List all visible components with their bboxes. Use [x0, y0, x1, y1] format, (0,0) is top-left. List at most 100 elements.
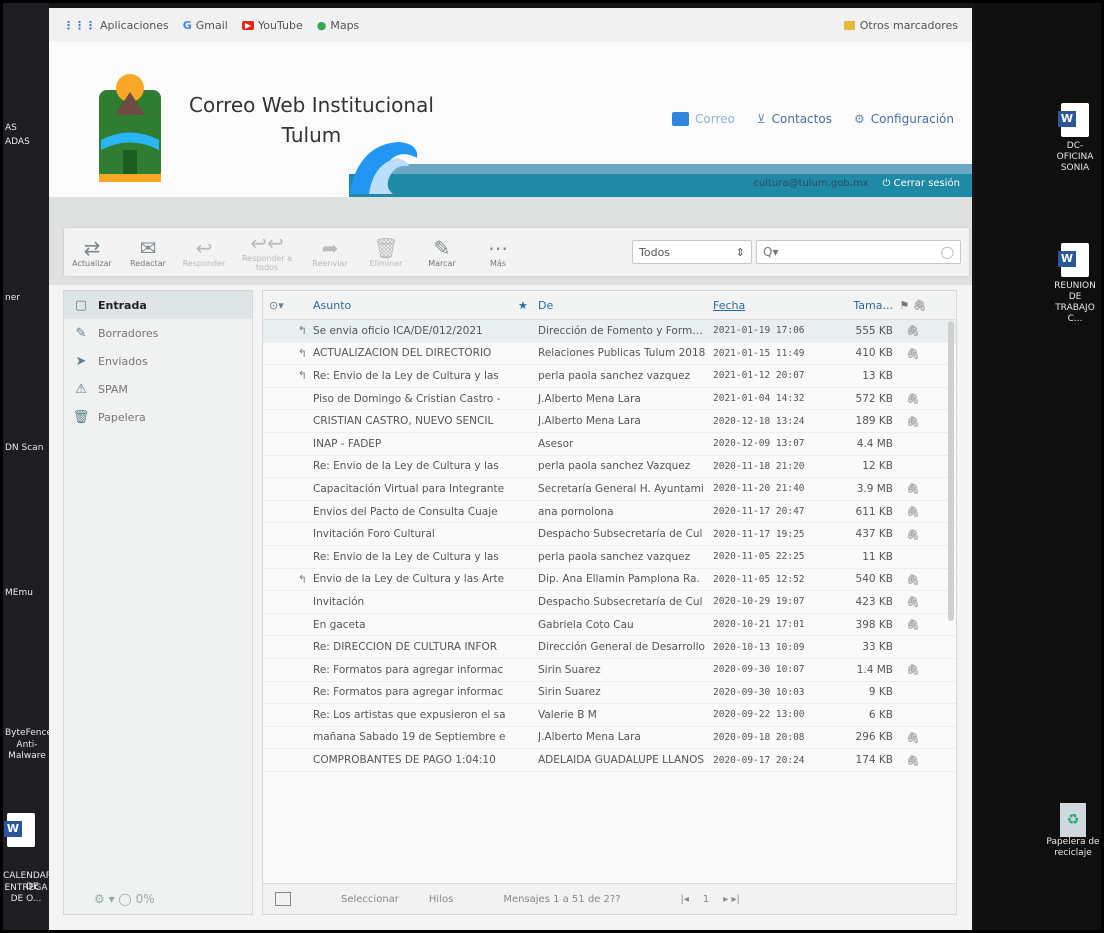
table-row[interactable]: ↰ ACTUALIZACION DEL DIRECTORIO Relaciones …: [263, 343, 956, 366]
folder-label: SPAM: [98, 382, 128, 396]
folder-sent[interactable]: ➤ Enviados: [64, 347, 252, 375]
attachment-icon: 🖇: [906, 573, 920, 586]
message-date: 2020-09-30 10:03: [713, 686, 805, 698]
star-icon[interactable]: ★: [518, 299, 538, 312]
folder-trash[interactable]: 🗑 Papelera: [64, 403, 252, 431]
nav-mail[interactable]: Correo: [672, 112, 735, 126]
table-row[interactable]: Capacitación Virtual para Integrante Secr…: [263, 478, 956, 501]
search-input[interactable]: Q▾ ◯: [756, 240, 961, 264]
bookmark-youtube[interactable]: ▶ YouTube: [241, 18, 303, 32]
flag-column-icon[interactable]: ⚑ 🖇: [893, 299, 933, 312]
message-from: Secretaría General H. Ayuntami: [538, 482, 704, 495]
scrollbar[interactable]: [948, 321, 954, 621]
compose-button[interactable]: ✉ Redactar: [120, 237, 176, 268]
desktop-item-dc-oficina[interactable]: W DC-OFICINA SONIA: [1050, 103, 1100, 174]
first-page-icon[interactable]: |◂: [681, 894, 689, 905]
folder-drafts[interactable]: ✎ Borradores: [64, 319, 252, 347]
folder-inbox[interactable]: ▢ Entrada: [64, 291, 252, 319]
reply-status-icon: ↰: [297, 369, 307, 383]
folder-spam[interactable]: ⚠ SPAM: [64, 375, 252, 403]
button-label: Redactar: [130, 258, 166, 268]
logout-link[interactable]: ⏻ Cerrar sesión: [883, 178, 961, 189]
nav-contacts[interactable]: ⊻ Contactos: [757, 112, 832, 126]
desktop-item-label: SONIA: [1060, 163, 1090, 173]
bookmark-apps[interactable]: ⋮⋮⋮ Aplicaciones: [63, 19, 169, 32]
message-list-header: ⊙▾ Asunto ★ De Fecha Tama... ⚑ 🖇: [263, 291, 956, 320]
folder-list: ▢ Entrada ✎ Borradores ➤ Enviados ⚠ SPAM 🗑 Pa…: [63, 290, 253, 915]
attachment-icon: 🖇: [906, 528, 920, 541]
thread-toggle-icon[interactable]: ⊙▾: [263, 299, 313, 312]
message-size: 11 KB: [862, 550, 893, 563]
attachment-icon: 🖇: [906, 325, 920, 338]
maps-pin-icon: ●: [316, 18, 327, 32]
forward-button[interactable]: ➦ Reenviar: [302, 237, 358, 268]
message-from: perla paola sanchez vazquez: [538, 550, 691, 563]
table-row[interactable]: Envios del Pacto de Consulta Cuaje ana po…: [263, 501, 956, 524]
calendar-icon[interactable]: W: [4, 813, 35, 851]
table-row[interactable]: ↰ Re: Envio de la Ley de Cultura y las per…: [263, 365, 956, 388]
attachment-icon: 🖇: [906, 731, 920, 744]
table-row[interactable]: Re: Formatos para agregar informac Sirin …: [263, 659, 956, 682]
user-email: cultura@tulum.gob.mx: [753, 178, 869, 189]
col-size[interactable]: Tama...: [838, 299, 893, 312]
table-row[interactable]: En gaceta Gabriela Coto Cau 2020-10-21 17:…: [263, 614, 956, 637]
checkbox-icon[interactable]: [275, 892, 291, 906]
more-button[interactable]: ⋯ Más: [470, 237, 526, 268]
folder-quota[interactable]: ⚙ ▾ ◯ 0%: [94, 892, 155, 906]
bookmark-maps[interactable]: ● Maps: [317, 19, 360, 32]
table-row[interactable]: ↰ Envio de la Ley de Cultura y las Arte Di…: [263, 569, 956, 592]
desktop-label-adas: ADAS: [5, 137, 30, 147]
other-bookmarks[interactable]: Otros marcadores: [843, 19, 958, 32]
table-row[interactable]: Invitación Despacho Subsecretaría de Cul 2…: [263, 591, 956, 614]
message-size: 3.9 MB: [856, 482, 893, 495]
table-row[interactable]: COMPROBANTES DE PAGO 1:04:10 ADELAIDA GUA…: [263, 749, 956, 772]
reply-button[interactable]: ↩ Responder: [176, 237, 232, 268]
table-row[interactable]: Re: DIRECCION DE CULTURA INFOR Dirección …: [263, 636, 956, 659]
mark-button[interactable]: ✎ Marcar: [414, 237, 470, 268]
table-row[interactable]: Re: Los artistas que expusieron el sa Val…: [263, 704, 956, 727]
mail-icon: [672, 112, 690, 126]
delete-button[interactable]: 🗑 Eliminar: [358, 237, 414, 268]
table-row[interactable]: Invitación Foro Cultural Despacho Subsecr…: [263, 523, 956, 546]
message-subject: ACTUALIZACION DEL DIRECTORIO: [313, 347, 492, 360]
desktop-item-reunion[interactable]: W REUNION DE TRABAJO C...: [1050, 243, 1100, 325]
message-subject: Re: Envio de la Ley de Cultura y las: [313, 550, 499, 563]
reply-all-button[interactable]: ↩↩ Responder a todos: [232, 232, 302, 272]
table-row[interactable]: ↰ Se envia oficio ICA/DE/012/2021 Direcció…: [263, 320, 956, 343]
desktop-item-recycle-bin[interactable]: ♻ Papelera de reciclaje: [1045, 803, 1101, 859]
bookmark-gmail[interactable]: G Gmail: [183, 19, 228, 32]
table-row[interactable]: INAP - FADEP Asesor 2020-12-09 13:07 4.4 MB: [263, 433, 956, 456]
refresh-button[interactable]: ⇄ Actualizar: [64, 237, 120, 268]
message-subject: COMPROBANTES DE PAGO 1:04:10: [313, 754, 496, 767]
next-page-icon[interactable]: ▸ ▸|: [723, 894, 740, 905]
filter-select[interactable]: Todos ⇕: [632, 240, 752, 264]
bookmark-label: YouTube: [258, 18, 303, 32]
clear-search-icon[interactable]: ◯: [941, 245, 954, 259]
col-subject[interactable]: Asunto: [313, 299, 518, 312]
table-row[interactable]: Re: Formatos para agregar informac Sirin …: [263, 682, 956, 705]
message-size: 9 KB: [868, 686, 893, 699]
threads-dropdown[interactable]: Hilos: [429, 894, 453, 905]
col-date[interactable]: Fecha: [713, 299, 838, 312]
page-number[interactable]: 1: [703, 894, 709, 905]
table-row[interactable]: CRISTIAN CASTRO, NUEVO SENCIL J.Alberto M…: [263, 410, 956, 433]
table-row[interactable]: mañana Sabado 19 de Septiembre e J.Albert…: [263, 727, 956, 750]
table-row[interactable]: Piso de Domingo & Cristian Castro - J.Alb…: [263, 388, 956, 411]
select-dropdown[interactable]: Seleccionar: [341, 894, 399, 905]
nav-settings[interactable]: ⚙ Configuración: [854, 112, 954, 126]
word-doc-icon: W: [1058, 243, 1089, 277]
message-subject: Invitación Foro Cultural: [313, 528, 435, 541]
mail-toolbar: ⇄ Actualizar ✉ Redactar ↩ Responder ↩↩ Respo…: [49, 197, 972, 285]
col-from[interactable]: De: [538, 299, 713, 312]
refresh-icon: ⇄: [83, 235, 101, 260]
pencil-icon: ✎: [433, 235, 451, 260]
site-title-line1: Correo Web Institucional: [189, 93, 434, 117]
nav-settings-label: Configuración: [870, 112, 954, 126]
folder-label: Entrada: [98, 298, 147, 312]
folder-label: Enviados: [98, 354, 148, 368]
nav-contacts-label: Contactos: [771, 112, 832, 126]
table-row[interactable]: Re: Envio de la Ley de Cultura y las perl…: [263, 456, 956, 479]
wave-icon: [349, 142, 418, 194]
google-icon: G: [182, 18, 192, 32]
table-row[interactable]: Re: Envio de la Ley de Cultura y las perl…: [263, 546, 956, 569]
